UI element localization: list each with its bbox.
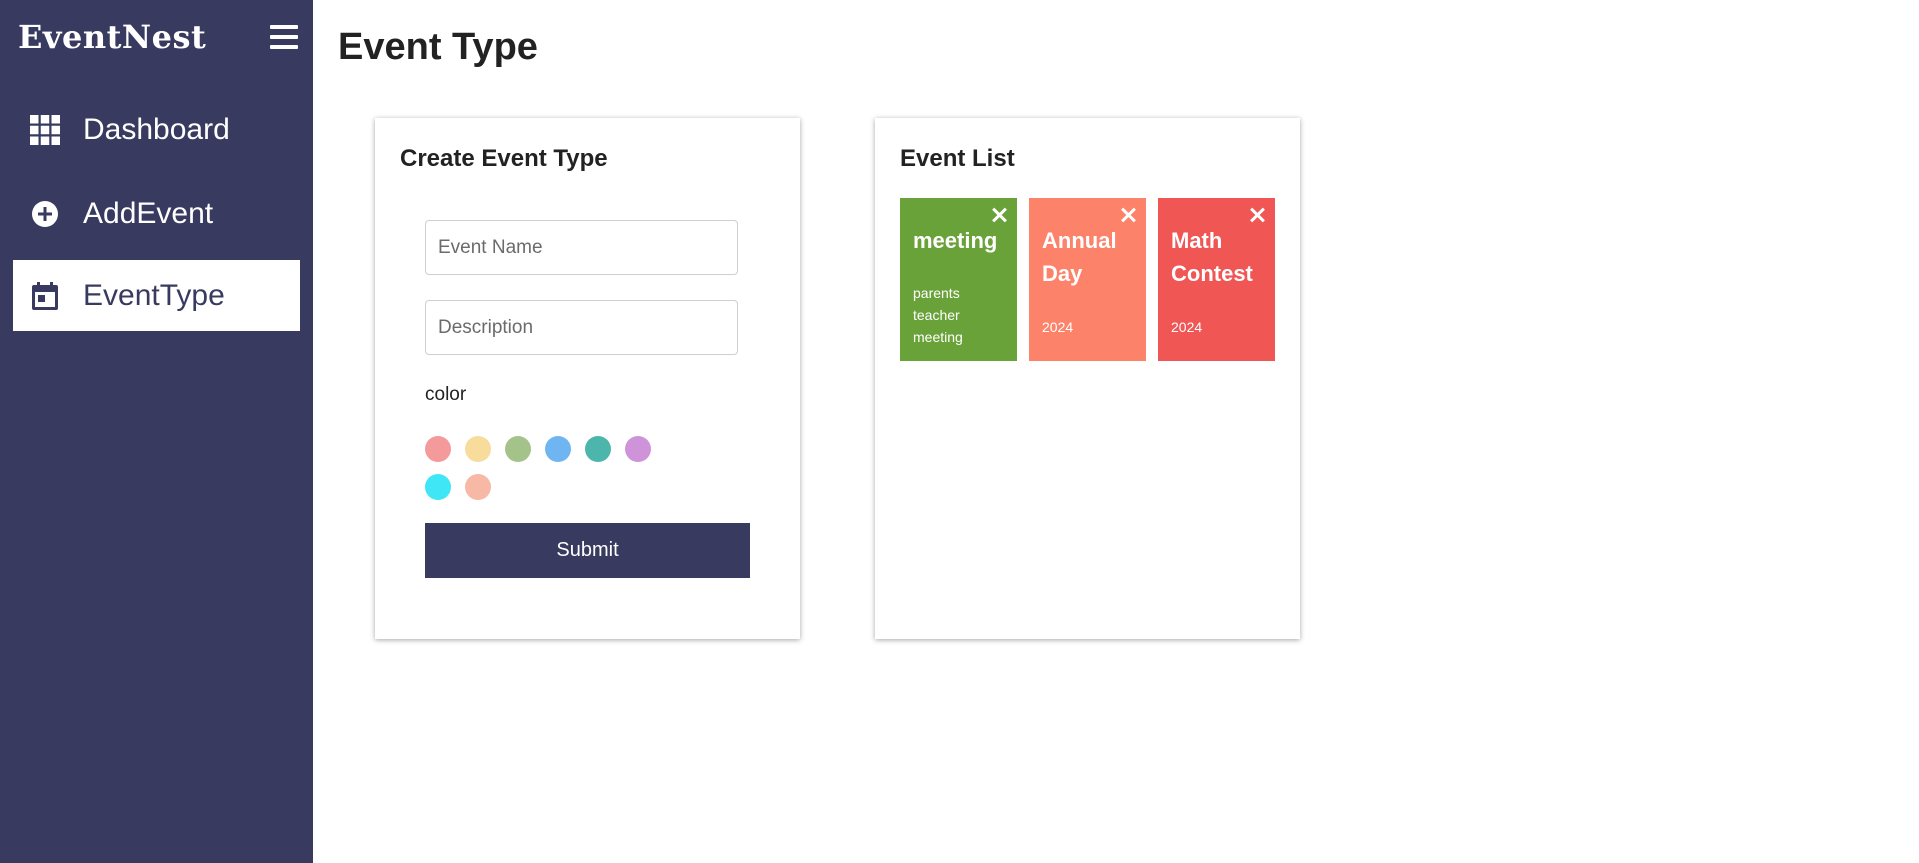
close-icon[interactable]	[1248, 206, 1266, 224]
color-label: color	[425, 384, 467, 405]
event-tile-description: 2024	[1042, 319, 1074, 335]
color-swatch[interactable]	[425, 474, 451, 500]
event-tile-description: parents teacher meeting	[913, 285, 963, 345]
event-tile-name: meeting	[913, 228, 998, 253]
sidebar-item-label: Dashboard	[83, 112, 230, 146]
color-swatch[interactable]	[505, 436, 531, 462]
event-name-input[interactable]	[425, 220, 738, 275]
color-swatch[interactable]	[625, 436, 651, 462]
color-swatch[interactable]	[465, 474, 491, 500]
sidebar-item-label: AddEvent	[83, 196, 214, 230]
event-tile-name: Annual Day	[1042, 228, 1117, 286]
sidebar: EventNest Dashboard AddEvent EventType	[0, 0, 313, 863]
create-event-type-card: Create Event Type color Submit	[375, 118, 800, 639]
description-input[interactable]	[425, 300, 738, 355]
sidebar-item-eventtype[interactable]: EventType	[13, 260, 300, 331]
sidebar-item-dashboard[interactable]: Dashboard	[13, 94, 300, 165]
brand-logo: EventNest	[18, 18, 207, 56]
event-tile[interactable]: Annual Day 2024	[1029, 198, 1146, 361]
event-tile-description: 2024	[1171, 319, 1203, 335]
event-tile[interactable]: meeting parents teacher meeting	[900, 198, 1017, 361]
color-swatch[interactable]	[585, 436, 611, 462]
plus-circle-icon	[29, 198, 61, 230]
page-title: Event Type	[338, 26, 538, 68]
calendar-icon	[29, 280, 61, 312]
event-tile[interactable]: Math Contest 2024	[1158, 198, 1275, 361]
card-title: Create Event Type	[400, 145, 608, 172]
submit-button[interactable]: Submit	[425, 523, 750, 578]
event-tile-name: Math Contest	[1171, 228, 1253, 286]
sidebar-item-label: EventType	[83, 278, 225, 312]
color-swatch[interactable]	[545, 436, 571, 462]
close-icon[interactable]	[990, 206, 1008, 224]
close-icon[interactable]	[1119, 206, 1137, 224]
grid-icon	[29, 114, 61, 146]
hamburger-menu-icon[interactable]	[270, 24, 298, 50]
color-swatch[interactable]	[425, 436, 451, 462]
card-title: Event List	[900, 145, 1015, 172]
event-list-card: Event List meeting parents teacher meeti…	[875, 118, 1300, 639]
sidebar-item-addevent[interactable]: AddEvent	[13, 178, 300, 249]
color-swatch[interactable]	[465, 436, 491, 462]
